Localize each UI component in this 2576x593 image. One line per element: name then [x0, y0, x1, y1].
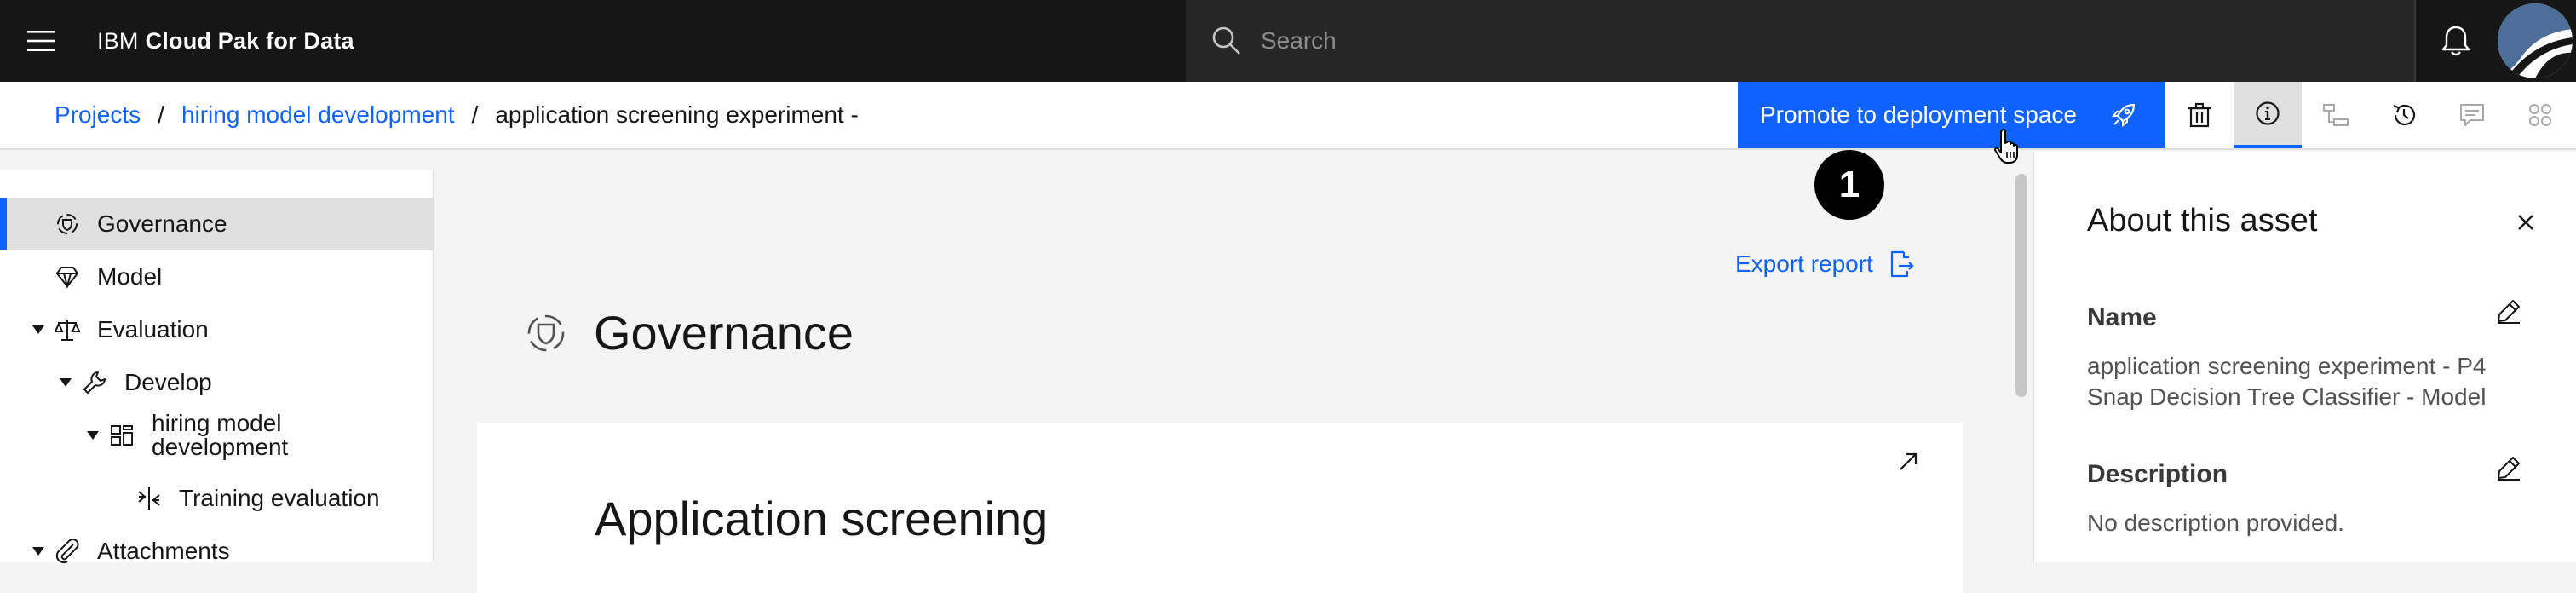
scrollbar-thumb[interactable]: [2015, 174, 2027, 397]
search-input[interactable]: [1261, 27, 2283, 55]
brand-name: Cloud Pak for Data: [145, 27, 354, 54]
nav-item-label: Training evaluation: [179, 485, 380, 511]
comment-icon[interactable]: [2438, 82, 2506, 148]
search-icon: [1211, 26, 1242, 56]
export-icon: [1873, 250, 1914, 278]
name-label: Name: [2087, 303, 2157, 331]
diamond-icon: [55, 266, 80, 288]
card-title: Application screening: [595, 492, 1049, 545]
product-brand[interactable]: IBM Cloud Pak for Data: [97, 0, 354, 82]
nav-item-evaluation[interactable]: Evaluation: [0, 303, 433, 356]
close-icon[interactable]: [2516, 213, 2535, 232]
export-report-label: Export report: [1735, 250, 1873, 277]
nav-item-training-evaluation[interactable]: Training evaluation: [0, 472, 433, 525]
caret-down-icon[interactable]: [83, 431, 102, 440]
hamburger-menu-icon[interactable]: [17, 20, 65, 61]
about-asset-panel: About this asset Name application screen…: [2033, 152, 2576, 562]
hand-cursor-icon: [1993, 128, 2024, 165]
nav-item-label: Model: [97, 263, 163, 290]
nav-item-label: Attachments: [97, 538, 230, 564]
info-icon[interactable]: [2234, 82, 2302, 148]
nav-item-governance[interactable]: Governance: [0, 198, 433, 250]
breadcrumb-projects[interactable]: Projects: [55, 101, 141, 129]
export-report-link[interactable]: Export report: [1735, 250, 1914, 278]
promote-label: Promote to deployment space: [1760, 101, 2077, 128]
breadcrumb-project[interactable]: hiring model development: [181, 101, 455, 129]
breadcrumb-separator: /: [471, 101, 479, 128]
dashboard-icon: [109, 424, 135, 446]
bell-icon[interactable]: [2414, 0, 2496, 82]
main-content: Export report Governance Application scr…: [436, 152, 2012, 593]
nav-item-label-line2: development: [152, 434, 289, 460]
nav-item-label-line1: hiring model: [152, 410, 282, 436]
sub-header: Projects / hiring model development / ap…: [0, 82, 2576, 150]
top-header: IBM Cloud Pak for Data: [0, 0, 2576, 82]
governance-icon: [526, 313, 566, 354]
description-label: Description: [2087, 460, 2228, 488]
description-value: No description provided.: [2087, 510, 2344, 536]
page-title: Governance: [526, 305, 854, 360]
attachment-icon: [55, 539, 80, 563]
rocket-icon: [2111, 102, 2136, 128]
search-bar[interactable]: [1186, 0, 2414, 82]
history-icon[interactable]: [2370, 82, 2438, 148]
governance-icon: [55, 212, 80, 236]
asset-side-nav: Governance Model Evaluation Develop hiri…: [0, 170, 434, 564]
edit-description-icon[interactable]: [2496, 455, 2521, 481]
trash-icon[interactable]: [2165, 82, 2234, 148]
step-badge: 1: [1814, 150, 1884, 220]
nav-item-label: hiring model development: [152, 412, 288, 459]
panel-title: About this asset: [2087, 203, 2318, 239]
breadcrumb-current: application screening experiment -: [495, 101, 859, 128]
nav-item-label: Evaluation: [97, 316, 209, 343]
caret-down-icon[interactable]: [56, 378, 75, 387]
nav-item-label: Develop: [124, 369, 212, 395]
page-title-text: Governance: [594, 306, 854, 360]
nav-item-label: Governance: [97, 210, 227, 237]
nav-item-model[interactable]: Model: [0, 250, 433, 303]
caret-down-icon[interactable]: [29, 547, 48, 556]
nav-item-develop[interactable]: Develop: [0, 356, 433, 409]
lineage-icon[interactable]: [2302, 82, 2370, 148]
report-card: Application screening: [477, 423, 1963, 593]
nav-item-attachments[interactable]: Attachments: [0, 525, 433, 578]
apps-icon[interactable]: [2506, 82, 2574, 148]
caret-down-icon[interactable]: [29, 325, 48, 334]
edit-name-icon[interactable]: [2496, 298, 2521, 324]
scales-icon: [55, 318, 80, 342]
promote-button[interactable]: Promote to deployment space: [1738, 82, 2165, 148]
main-scrollbar[interactable]: [2012, 170, 2033, 562]
user-avatar[interactable]: [2498, 3, 2573, 78]
name-value: application screening experiment - P4 Sn…: [2087, 353, 2487, 410]
breadcrumb-separator: /: [158, 101, 164, 128]
brand-prefix: IBM: [97, 27, 139, 54]
wrench-icon: [82, 370, 107, 395]
launch-icon[interactable]: [1898, 452, 1918, 472]
compare-icon: [136, 486, 162, 510]
nav-item-hiring-model-development[interactable]: hiring model development: [0, 409, 433, 462]
breadcrumb: Projects / hiring model development / ap…: [55, 82, 859, 148]
